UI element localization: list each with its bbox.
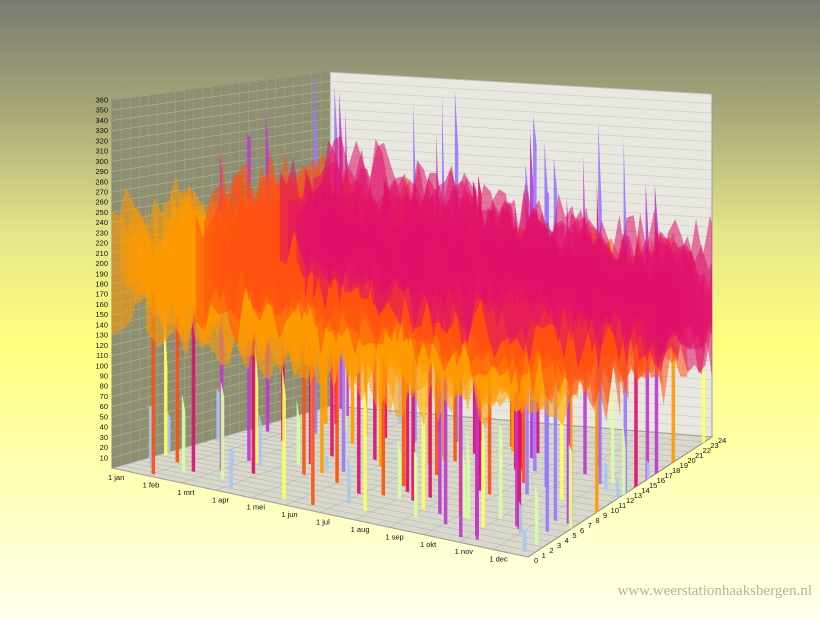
x-tick-label: 1 aug <box>351 525 370 534</box>
surface-spike <box>715 398 718 503</box>
z-tick-label: 290 <box>95 167 108 176</box>
z-tick-label: 70 <box>100 392 108 401</box>
z-tick-label: 180 <box>95 280 108 289</box>
x-tick-label: 1 mrt <box>177 488 195 497</box>
watermark: www.weerstationhaaksbergen.nl <box>617 583 812 599</box>
z-tick-label: 30 <box>100 433 108 442</box>
y-tick-label: 0 <box>534 556 538 565</box>
z-tick-label: 340 <box>95 116 108 125</box>
surface-spike <box>413 451 418 518</box>
z-tick-label: 130 <box>95 331 108 340</box>
z-tick-label: 280 <box>95 177 108 186</box>
x-tick-label: 1 feb <box>143 480 160 489</box>
y-tick-label: 3 <box>557 541 561 550</box>
x-tick-label: 1 jul <box>316 518 330 527</box>
y-tick-label: 4 <box>565 536 569 545</box>
z-tick-label: 300 <box>95 157 108 166</box>
surface-spike <box>604 462 608 492</box>
z-tick-label: 140 <box>95 320 108 329</box>
y-tick-label: 24 <box>718 436 726 445</box>
x-tick-label: 1 mei <box>247 503 266 512</box>
x-tick-label: 1 jun <box>281 510 297 519</box>
z-tick-label: 110 <box>96 351 108 360</box>
z-tick-label: 20 <box>100 443 108 452</box>
y-tick-label: 11 <box>618 501 626 510</box>
z-tick-label: 250 <box>95 208 108 217</box>
surface-spike <box>229 450 233 489</box>
surface-spike <box>220 380 225 480</box>
y-tick-label: 2 <box>549 546 553 555</box>
z-tick-label: 60 <box>100 402 108 411</box>
z-tick-label: 160 <box>95 300 108 309</box>
z-tick-label: 260 <box>95 198 108 207</box>
z-tick-label: 210 <box>95 249 108 258</box>
z-tick-label: 120 <box>95 341 108 350</box>
surface-spike <box>522 528 527 553</box>
z-tick-label: 40 <box>100 423 108 432</box>
z-tick-label: 190 <box>95 269 108 278</box>
y-tick-label: 5 <box>572 531 576 540</box>
surface-chart: 1020304050607080901001101201301401501601… <box>95 71 726 565</box>
x-tick-label: 1 dec <box>489 555 508 564</box>
z-tick-label: 310 <box>95 147 108 156</box>
z-tick-label: 50 <box>100 412 108 421</box>
y-tick-label: 6 <box>580 526 584 535</box>
z-tick-label: 80 <box>100 382 108 391</box>
y-tick-label: 9 <box>603 511 607 520</box>
surface-spike <box>498 425 503 520</box>
z-tick-label: 360 <box>95 96 108 105</box>
z-tick-label: 150 <box>95 310 108 319</box>
z-tick-label: 240 <box>95 218 108 227</box>
z-tick-label: 320 <box>95 136 108 145</box>
z-tick-label: 10 <box>100 453 108 462</box>
y-tick-label: 7 <box>588 521 592 530</box>
x-tick-label: 1 sep <box>385 532 403 541</box>
x-tick-label: 1 nov <box>455 547 474 556</box>
z-tick-label: 220 <box>95 239 108 248</box>
chart-stage: 10 20 30 40 50 60 70 80 90 100 110 120 130 140 150 160 1… <box>0 0 820 620</box>
z-tick-label: 230 <box>95 228 108 237</box>
surface-spike <box>568 443 573 529</box>
y-tick-label: 1 <box>542 551 546 560</box>
x-tick-label: 1 jan <box>108 473 124 482</box>
y-tick-label: 8 <box>595 516 599 525</box>
z-tick-label: 270 <box>95 188 108 197</box>
z-tick-label: 100 <box>95 361 108 370</box>
z-tick-label: 330 <box>95 126 108 135</box>
z-tick-label: 170 <box>95 290 108 299</box>
x-tick-label: 1 apr <box>212 495 230 504</box>
z-tick-label: 200 <box>95 259 108 268</box>
z-tick-label: 350 <box>95 106 108 115</box>
x-tick-label: 1 okt <box>420 540 437 549</box>
surface-spike <box>216 388 220 443</box>
z-tick-label: 90 <box>100 372 108 381</box>
